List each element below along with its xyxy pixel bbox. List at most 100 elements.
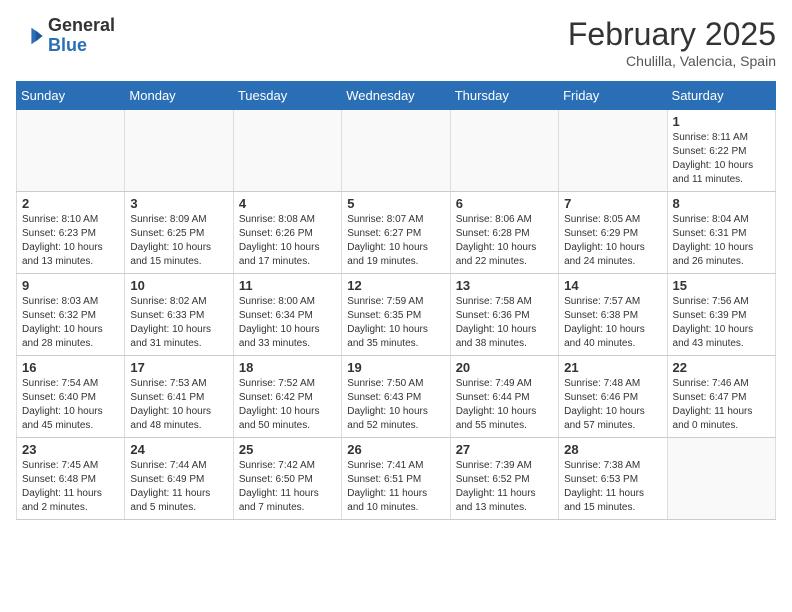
calendar-cell-w4-d5: 20 Sunrise: 7:49 AM Sunset: 6:44 PM Dayli… <box>450 356 558 438</box>
calendar-cell-w5-d4: 26 Sunrise: 7:41 AM Sunset: 6:51 PM Dayli… <box>342 438 450 520</box>
location: Chulilla, Valencia, Spain <box>568 53 776 69</box>
weekday-monday: Monday <box>125 82 233 110</box>
day-number: 7 <box>564 196 661 211</box>
calendar-cell-w1-d5 <box>450 110 558 192</box>
calendar-cell-w5-d7 <box>667 438 775 520</box>
day-number: 19 <box>347 360 444 375</box>
calendar-cell-w3-d5: 13 Sunrise: 7:58 AM Sunset: 6:36 PM Dayli… <box>450 274 558 356</box>
weekday-friday: Friday <box>559 82 667 110</box>
calendar-cell-w3-d3: 11 Sunrise: 8:00 AM Sunset: 6:34 PM Dayli… <box>233 274 341 356</box>
day-number: 23 <box>22 442 119 457</box>
day-info: Sunrise: 7:41 AM Sunset: 6:51 PM Dayligh… <box>347 459 444 515</box>
day-info: Sunrise: 7:54 AM Sunset: 6:40 PM Dayligh… <box>22 377 119 433</box>
day-number: 15 <box>673 278 770 293</box>
day-info: Sunrise: 8:08 AM Sunset: 6:26 PM Dayligh… <box>239 213 336 269</box>
day-number: 6 <box>456 196 553 211</box>
calendar-cell-w5-d1: 23 Sunrise: 7:45 AM Sunset: 6:48 PM Dayli… <box>17 438 125 520</box>
day-number: 3 <box>130 196 227 211</box>
day-number: 9 <box>22 278 119 293</box>
week-row-4: 16 Sunrise: 7:54 AM Sunset: 6:40 PM Dayli… <box>17 356 776 438</box>
day-info: Sunrise: 7:52 AM Sunset: 6:42 PM Dayligh… <box>239 377 336 433</box>
day-info: Sunrise: 8:03 AM Sunset: 6:32 PM Dayligh… <box>22 295 119 351</box>
day-number: 13 <box>456 278 553 293</box>
calendar-cell-w4-d7: 22Sunrise: 7:46 AM Sunset: 6:47 PM Dayli… <box>667 356 775 438</box>
day-info: Sunrise: 7:45 AM Sunset: 6:48 PM Dayligh… <box>22 459 119 515</box>
day-info: Sunrise: 7:50 AM Sunset: 6:43 PM Dayligh… <box>347 377 444 433</box>
day-number: 26 <box>347 442 444 457</box>
week-row-3: 9 Sunrise: 8:03 AM Sunset: 6:32 PM Daylig… <box>17 274 776 356</box>
day-number: 28 <box>564 442 661 457</box>
day-number: 24 <box>130 442 227 457</box>
day-info: Sunrise: 7:58 AM Sunset: 6:36 PM Dayligh… <box>456 295 553 351</box>
day-number: 11 <box>239 278 336 293</box>
day-number: 5 <box>347 196 444 211</box>
day-info: Sunrise: 8:05 AM Sunset: 6:29 PM Dayligh… <box>564 213 661 269</box>
calendar-cell-w3-d6: 14 Sunrise: 7:57 AM Sunset: 6:38 PM Dayli… <box>559 274 667 356</box>
day-info: Sunrise: 7:39 AM Sunset: 6:52 PM Dayligh… <box>456 459 553 515</box>
day-number: 1 <box>673 114 770 129</box>
calendar-cell-w3-d7: 15 Sunrise: 7:56 AM Sunset: 6:39 PM Dayli… <box>667 274 775 356</box>
day-number: 14 <box>564 278 661 293</box>
day-info: Sunrise: 7:49 AM Sunset: 6:44 PM Dayligh… <box>456 377 553 433</box>
calendar-cell-w5-d5: 27Sunrise: 7:39 AM Sunset: 6:52 PM Dayli… <box>450 438 558 520</box>
day-info: Sunrise: 7:53 AM Sunset: 6:41 PM Dayligh… <box>130 377 227 433</box>
day-number: 4 <box>239 196 336 211</box>
calendar-cell-w4-d3: 18 Sunrise: 7:52 AM Sunset: 6:42 PM Dayli… <box>233 356 341 438</box>
day-info: Sunrise: 8:09 AM Sunset: 6:25 PM Dayligh… <box>130 213 227 269</box>
weekday-saturday: Saturday <box>667 82 775 110</box>
weekday-wednesday: Wednesday <box>342 82 450 110</box>
calendar-cell-w2-d2: 3 Sunrise: 8:09 AM Sunset: 6:25 PM Daylig… <box>125 192 233 274</box>
logo-general: General <box>48 16 115 36</box>
month-title: February 2025 <box>568 16 776 53</box>
day-info: Sunrise: 7:59 AM Sunset: 6:35 PM Dayligh… <box>347 295 444 351</box>
calendar-cell-w2-d5: 6 Sunrise: 8:06 AM Sunset: 6:28 PM Daylig… <box>450 192 558 274</box>
calendar-cell-w3-d1: 9 Sunrise: 8:03 AM Sunset: 6:32 PM Daylig… <box>17 274 125 356</box>
day-info: Sunrise: 7:44 AM Sunset: 6:49 PM Dayligh… <box>130 459 227 515</box>
day-info: Sunrise: 8:04 AM Sunset: 6:31 PM Dayligh… <box>673 213 770 269</box>
weekday-tuesday: Tuesday <box>233 82 341 110</box>
day-info: Sunrise: 8:02 AM Sunset: 6:33 PM Dayligh… <box>130 295 227 351</box>
calendar-cell-w2-d6: 7 Sunrise: 8:05 AM Sunset: 6:29 PM Daylig… <box>559 192 667 274</box>
day-info: Sunrise: 7:57 AM Sunset: 6:38 PM Dayligh… <box>564 295 661 351</box>
calendar-cell-w4-d2: 17Sunrise: 7:53 AM Sunset: 6:41 PM Dayli… <box>125 356 233 438</box>
calendar-cell-w2-d7: 8 Sunrise: 8:04 AM Sunset: 6:31 PM Daylig… <box>667 192 775 274</box>
calendar: SundayMondayTuesdayWednesdayThursdayFrid… <box>16 81 776 520</box>
day-info: Sunrise: 7:56 AM Sunset: 6:39 PM Dayligh… <box>673 295 770 351</box>
day-info: Sunrise: 8:10 AM Sunset: 6:23 PM Dayligh… <box>22 213 119 269</box>
week-row-2: 2Sunrise: 8:10 AM Sunset: 6:23 PM Daylig… <box>17 192 776 274</box>
logo-blue: Blue <box>48 36 115 56</box>
day-number: 21 <box>564 360 661 375</box>
day-number: 18 <box>239 360 336 375</box>
day-number: 16 <box>22 360 119 375</box>
title-block: February 2025 Chulilla, Valencia, Spain <box>568 16 776 69</box>
calendar-cell-w1-d1 <box>17 110 125 192</box>
day-info: Sunrise: 8:06 AM Sunset: 6:28 PM Dayligh… <box>456 213 553 269</box>
day-info: Sunrise: 8:00 AM Sunset: 6:34 PM Dayligh… <box>239 295 336 351</box>
calendar-cell-w5-d3: 25Sunrise: 7:42 AM Sunset: 6:50 PM Dayli… <box>233 438 341 520</box>
calendar-cell-w5-d2: 24 Sunrise: 7:44 AM Sunset: 6:49 PM Dayli… <box>125 438 233 520</box>
calendar-cell-w5-d6: 28Sunrise: 7:38 AM Sunset: 6:53 PM Dayli… <box>559 438 667 520</box>
calendar-cell-w2-d4: 5 Sunrise: 8:07 AM Sunset: 6:27 PM Daylig… <box>342 192 450 274</box>
day-info: Sunrise: 7:48 AM Sunset: 6:46 PM Dayligh… <box>564 377 661 433</box>
calendar-cell-w4-d4: 19 Sunrise: 7:50 AM Sunset: 6:43 PM Dayli… <box>342 356 450 438</box>
calendar-cell-w3-d4: 12Sunrise: 7:59 AM Sunset: 6:35 PM Dayli… <box>342 274 450 356</box>
calendar-cell-w2-d3: 4 Sunrise: 8:08 AM Sunset: 6:26 PM Daylig… <box>233 192 341 274</box>
week-row-5: 23 Sunrise: 7:45 AM Sunset: 6:48 PM Dayli… <box>17 438 776 520</box>
calendar-cell-w2-d1: 2Sunrise: 8:10 AM Sunset: 6:23 PM Daylig… <box>17 192 125 274</box>
page-header: General Blue February 2025 Chulilla, Val… <box>16 16 776 69</box>
weekday-header-row: SundayMondayTuesdayWednesdayThursdayFrid… <box>17 82 776 110</box>
logo-icon <box>16 22 44 50</box>
calendar-cell-w1-d4 <box>342 110 450 192</box>
weekday-thursday: Thursday <box>450 82 558 110</box>
day-number: 8 <box>673 196 770 211</box>
day-number: 25 <box>239 442 336 457</box>
logo: General Blue <box>16 16 115 56</box>
day-number: 20 <box>456 360 553 375</box>
day-info: Sunrise: 8:07 AM Sunset: 6:27 PM Dayligh… <box>347 213 444 269</box>
calendar-cell-w1-d7: 1Sunrise: 8:11 AM Sunset: 6:22 PM Daylig… <box>667 110 775 192</box>
week-row-1: 1Sunrise: 8:11 AM Sunset: 6:22 PM Daylig… <box>17 110 776 192</box>
calendar-cell-w3-d2: 10 Sunrise: 8:02 AM Sunset: 6:33 PM Dayli… <box>125 274 233 356</box>
weekday-sunday: Sunday <box>17 82 125 110</box>
calendar-cell-w1-d3 <box>233 110 341 192</box>
day-number: 10 <box>130 278 227 293</box>
